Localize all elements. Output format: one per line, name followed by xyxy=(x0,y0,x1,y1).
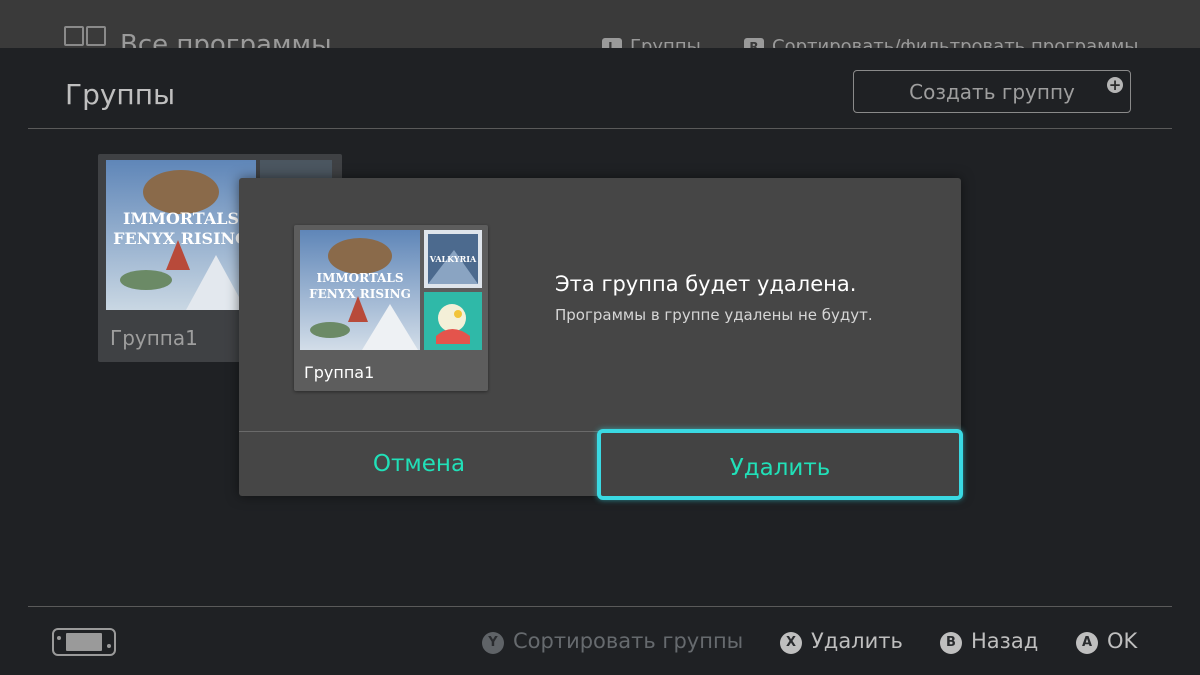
game-cover-immortals: IMMORTALS FENYX RISING xyxy=(300,230,420,350)
plus-icon: + xyxy=(1107,76,1123,94)
game-cover-teal-game xyxy=(424,292,482,350)
x-button-icon: X xyxy=(780,632,802,654)
delete-button[interactable]: Удалить xyxy=(597,429,963,500)
group-card-label: Группа1 xyxy=(110,326,198,350)
dialog-subtitle: Программы в группе удалены не будут. xyxy=(555,306,873,324)
ok-hint[interactable]: A OK xyxy=(1076,629,1137,654)
dialog-title: Эта группа будет удалена. xyxy=(555,272,857,296)
svg-text:IMMORTALS: IMMORTALS xyxy=(316,271,403,285)
svg-text:IMMORTALS: IMMORTALS xyxy=(123,209,239,228)
cancel-button[interactable]: Отмена xyxy=(239,432,599,496)
sort-groups-hint[interactable]: Y Сортировать группы xyxy=(482,629,743,654)
footer-divider xyxy=(28,606,1172,607)
svg-text:FENYX RISING: FENYX RISING xyxy=(309,287,411,301)
page-title: Группы xyxy=(65,78,176,111)
svg-text:FENYX RISING: FENYX RISING xyxy=(113,229,249,248)
game-cover-immortals: IMMORTALS FENYX RISING xyxy=(106,160,256,310)
delete-hint[interactable]: X Удалить xyxy=(780,629,903,654)
game-cover-valkyria: VALKYRIA xyxy=(424,230,482,288)
a-button-icon: A xyxy=(1076,632,1098,654)
create-group-button[interactable]: Создать группу + xyxy=(853,70,1131,113)
dialog-group-preview: IMMORTALS FENYX RISING VALKYRIA Группа1 xyxy=(294,225,488,391)
y-button-icon: Y xyxy=(482,632,504,654)
header-divider xyxy=(28,128,1172,129)
all-software-icon xyxy=(64,26,106,46)
top-bar: Все программы L Группы R Сортировать/фильт… xyxy=(0,0,1200,60)
svg-text:VALKYRIA: VALKYRIA xyxy=(429,254,477,264)
back-hint[interactable]: B Назад xyxy=(940,629,1038,654)
console-handheld-icon xyxy=(52,628,116,656)
create-group-label: Создать группу xyxy=(909,80,1075,104)
b-button-icon: B xyxy=(940,632,962,654)
delete-group-dialog: IMMORTALS FENYX RISING VALKYRIA Группа1 … xyxy=(239,178,963,500)
dialog-group-label: Группа1 xyxy=(304,363,375,382)
